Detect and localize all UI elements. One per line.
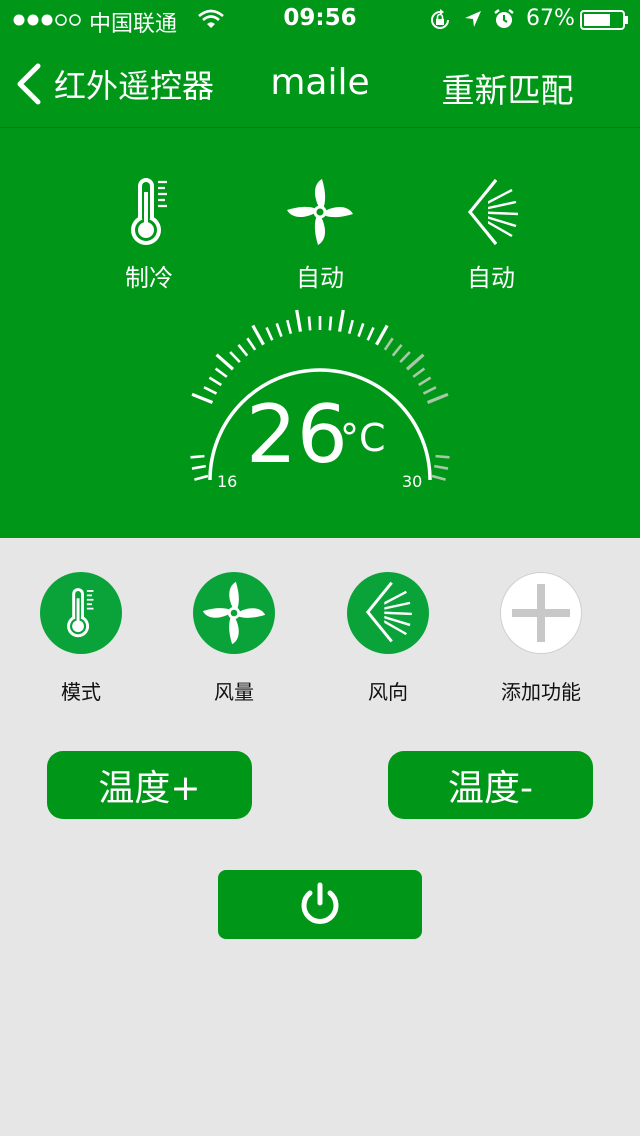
battery-icon: [580, 10, 630, 34]
signal-strength-icon: [12, 8, 82, 36]
add-function-button-label: 添加功能: [501, 680, 581, 704]
dial-tick: [203, 386, 218, 395]
dial-tick: [375, 324, 389, 346]
rematch-button[interactable]: 重新匹配: [430, 64, 585, 112]
mode-label: 制冷: [125, 264, 173, 292]
dial-tick: [431, 474, 446, 481]
dial-tick: [190, 454, 205, 459]
dial-tick: [412, 367, 426, 378]
dial-tick: [366, 326, 375, 341]
dial-tick: [357, 322, 365, 338]
temperature-value: 26: [246, 388, 348, 481]
wind-direction-button-label: 风向: [368, 680, 408, 704]
clock: 09:56: [283, 5, 357, 31]
dial-max-label: 30: [402, 472, 423, 491]
temp-up-button[interactable]: 温度+: [47, 751, 252, 819]
dial-tick: [435, 454, 450, 459]
power-icon: [301, 882, 339, 924]
dial-tick: [265, 326, 274, 341]
dial-tick: [399, 351, 411, 364]
rotation-lock-icon: [428, 8, 452, 36]
mode-button[interactable]: 模式: [1, 572, 161, 705]
back-button[interactable]: 红外遥控器: [14, 62, 232, 106]
temp-down-button[interactable]: 温度-: [388, 751, 593, 819]
dial-tick: [208, 376, 223, 387]
dial-tick: [422, 386, 437, 395]
dial-tick: [229, 351, 241, 364]
dial-tick: [194, 474, 209, 481]
fan-speed-label: 自动: [296, 264, 344, 292]
dial-tick: [434, 464, 449, 470]
wind-direction-button-circle[interactable]: [347, 572, 429, 654]
dial-tick: [307, 316, 312, 331]
location-arrow-icon: [463, 9, 483, 33]
dial-tick: [286, 319, 293, 335]
dial-tick: [275, 322, 283, 338]
fan-speed-button[interactable]: 风量: [154, 572, 314, 705]
wind-direction-icon: [365, 581, 412, 643]
thermometer-icon: [67, 588, 94, 638]
dial-tick: [191, 464, 206, 470]
carrier-name: 中国联通: [89, 12, 178, 37]
mode-fan-icon: [284, 176, 356, 248]
wind-direction-label: 自动: [467, 264, 515, 292]
dial-tick: [237, 343, 249, 357]
dial-tick: [417, 376, 432, 387]
battery-percent: 67%: [526, 6, 575, 31]
dial-tick: [215, 353, 235, 371]
dial-tick: [391, 343, 403, 357]
power-button[interactable]: [218, 870, 422, 939]
dial-tick: [295, 309, 303, 332]
temperature-unit: °C: [340, 416, 386, 460]
fan-icon: [202, 581, 266, 645]
dial-tick: [337, 309, 345, 332]
nav-divider: [0, 127, 640, 128]
fan-speed-button-label: 风量: [214, 680, 254, 704]
device-name-title: maile: [270, 62, 370, 103]
dial-min-label: 16: [217, 472, 238, 491]
wifi-icon: [197, 8, 225, 34]
alarm-icon: [493, 8, 515, 34]
fan-speed-button-circle[interactable]: [193, 572, 275, 654]
dial-tick: [246, 337, 257, 351]
mode-wind-direction-icon: [462, 176, 522, 250]
dial-tick: [214, 367, 228, 378]
mode-thermometer-icon: [120, 172, 180, 252]
plus-icon: [512, 584, 570, 642]
wind-direction-button[interactable]: 风向: [308, 572, 468, 705]
dial-tick: [426, 392, 449, 405]
add-function-button[interactable]: 添加功能: [461, 572, 621, 705]
dial-tick: [347, 319, 354, 335]
dial-tick: [383, 337, 394, 351]
dial-tick: [328, 316, 333, 331]
mode-button-label: 模式: [61, 680, 101, 704]
dial-tick: [251, 324, 265, 346]
dial-tick: [405, 353, 425, 371]
add-function-button-circle[interactable]: [500, 572, 582, 654]
back-label: 红外遥控器: [54, 67, 215, 105]
dial-tick: [191, 392, 214, 405]
chevron-left-icon: [17, 63, 41, 105]
mode-button-circle[interactable]: [40, 572, 122, 654]
